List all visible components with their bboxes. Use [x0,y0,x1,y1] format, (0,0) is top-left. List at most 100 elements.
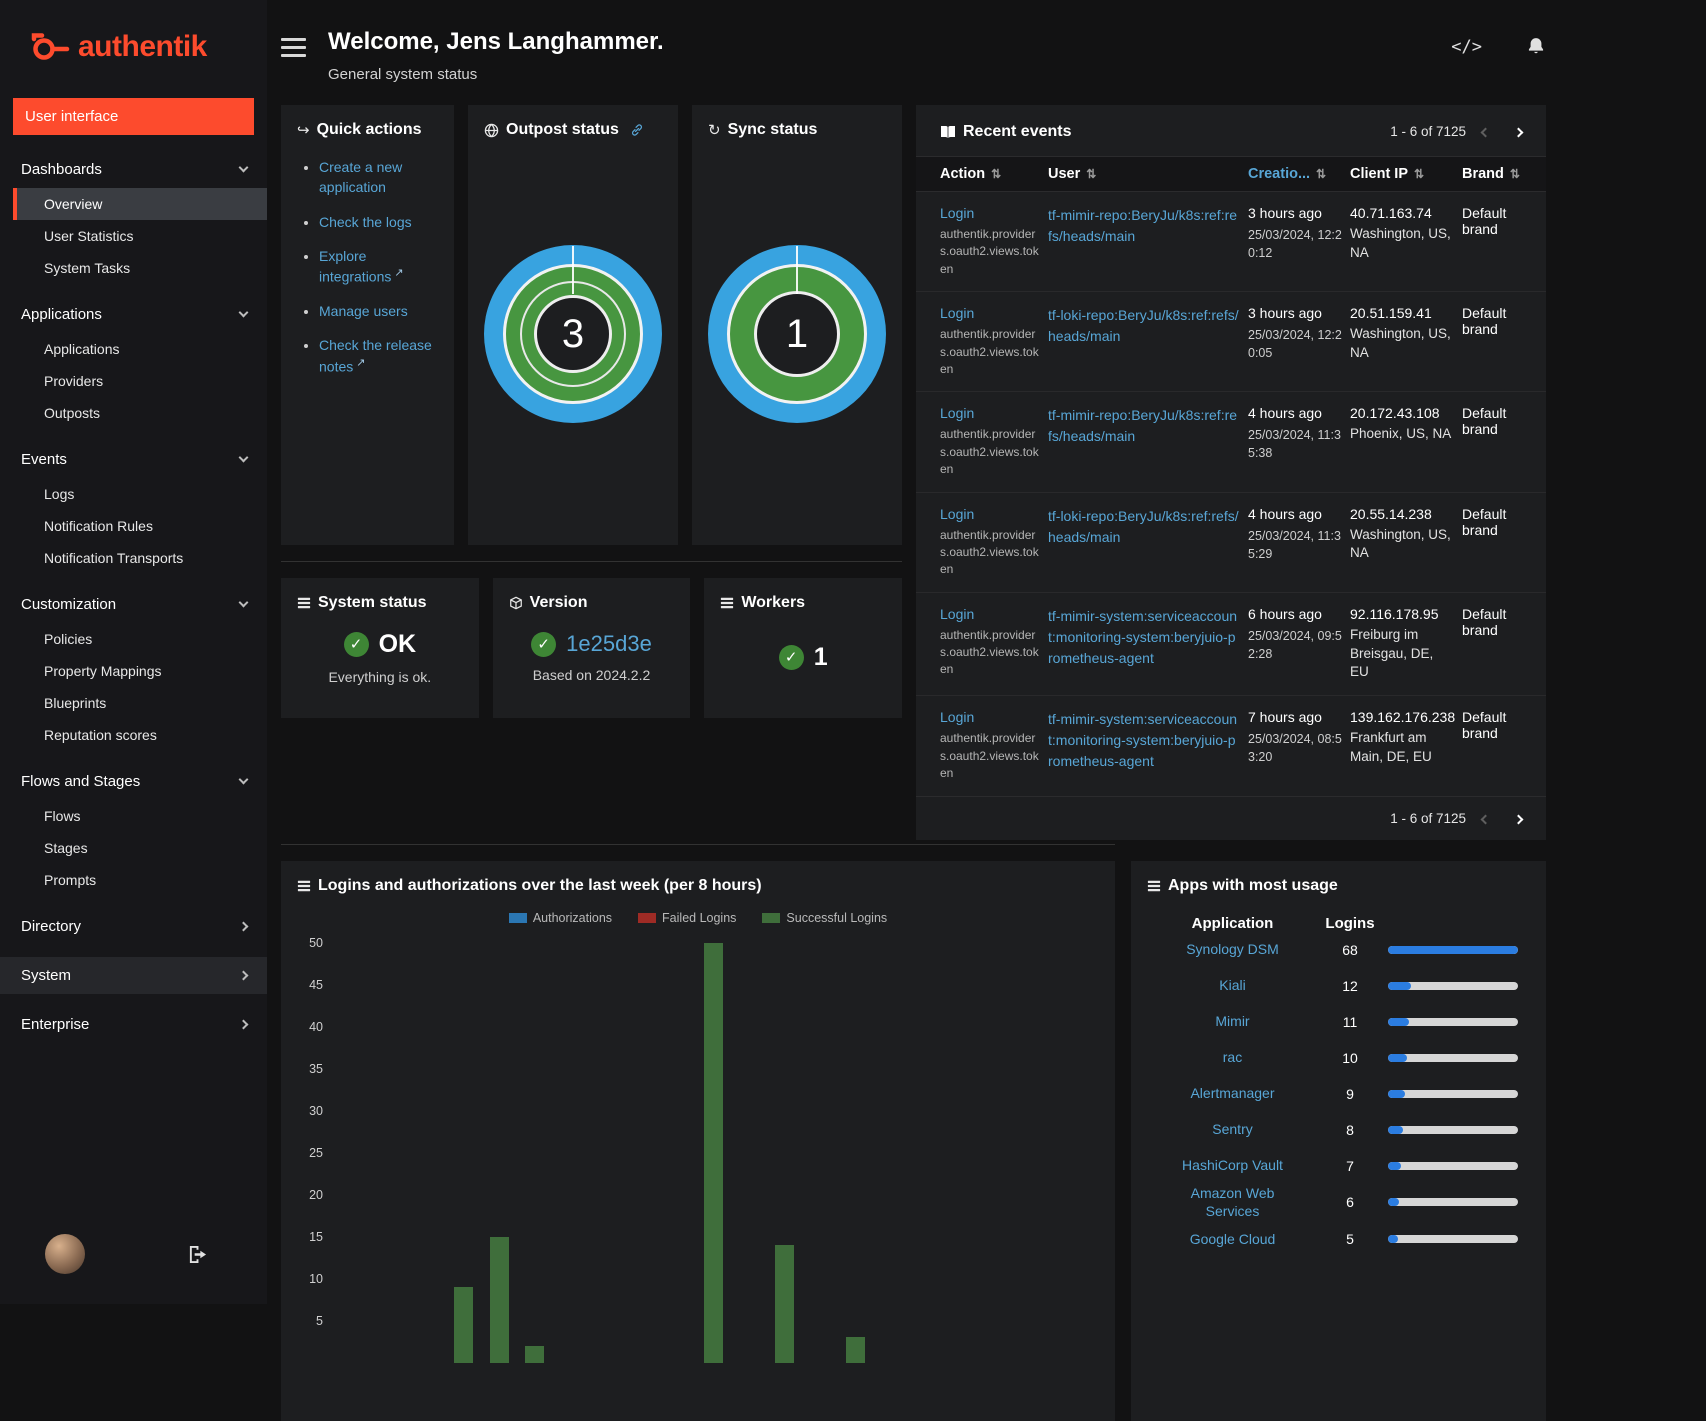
chart-bar-successful-logins[interactable] [454,1286,474,1363]
chart-bar-successful-logins[interactable] [489,1236,509,1363]
pagination-label-bottom: 1 - 6 of 7125 [1390,810,1466,826]
events-column-creatio[interactable]: Creatio... ⇅ [1248,166,1342,182]
legend-label: Failed Logins [662,910,737,925]
app-name-google-cloud[interactable]: Google Cloud [1167,1230,1299,1249]
apps-usage-card: Apps with most usage Application Logins … [1131,860,1546,1421]
events-column-brand[interactable]: Brand ⇅ [1462,166,1532,182]
sidebar-item-flows[interactable]: Flows [13,800,267,832]
outpost-status-donut[interactable]: 3 [484,245,662,423]
pagination-prev-button-top[interactable] [1472,120,1499,143]
sidebar-item-reputation-scores[interactable]: Reputation scores [13,719,267,751]
notifications-bell-icon[interactable] [1526,36,1546,57]
event-action-detail: authentik.providers.oauth2.views.token [940,731,1039,781]
version-value[interactable]: 1e25d3e [566,631,652,657]
app-name-alertmanager[interactable]: Alertmanager [1167,1084,1299,1103]
legend-item-successful-logins[interactable]: Successful Logins [762,911,887,925]
app-name-sentry[interactable]: Sentry [1167,1120,1299,1139]
app-usage-bar [1388,1017,1518,1026]
sidebar-item-providers[interactable]: Providers [13,365,267,397]
legend-item-failed-logins[interactable]: Failed Logins [638,911,736,925]
chart-bar-successful-logins[interactable] [703,942,723,1363]
event-user-link[interactable]: tf-loki-repo:BeryJu/k8s:ref:refs/heads/m… [1048,307,1239,344]
sidebar-item-notification-rules[interactable]: Notification Rules [13,510,267,542]
pagination-next-button-top[interactable] [1505,120,1532,143]
event-user-link[interactable]: tf-mimir-repo:BeryJu/k8s:ref:refs/heads/… [1048,407,1237,444]
event-action-link[interactable]: Login [940,506,974,522]
events-column-label: Creatio... [1248,166,1311,182]
pagination-next-button-bottom[interactable] [1505,807,1532,830]
sort-icon: ⇅ [991,167,1002,181]
y-axis-tick: 30 [309,1103,323,1118]
quick-action-link-manage-users[interactable]: Manage users [319,303,408,319]
app-name-kiali[interactable]: Kiali [1167,976,1299,995]
event-created-cell: 3 hours ago 25/03/2024, 12:20:05 [1248,305,1342,378]
event-action-link[interactable]: Login [940,305,974,321]
y-axis-tick: 35 [309,1061,323,1076]
app-name-synology-dsm[interactable]: Synology DSM [1167,940,1299,959]
sidebar-item-notification-transports[interactable]: Notification Transports [13,542,267,574]
sidebar-section-header-events[interactable]: Events [0,441,267,478]
quick-action-link-create-a-new-application[interactable]: Create a new application [319,159,402,195]
hamburger-menu-button[interactable] [281,38,306,57]
chart-bar-successful-logins[interactable] [525,1345,545,1363]
sidebar-item-blueprints[interactable]: Blueprints [13,687,267,719]
sidebar-section-header-flows-and-stages[interactable]: Flows and Stages [0,763,267,800]
sidebar-section-header-enterprise[interactable]: Enterprise [0,1006,267,1043]
api-code-icon[interactable]: </> [1451,37,1482,57]
quick-action-item: Check the logs [319,212,438,232]
sign-out-icon[interactable] [188,1245,207,1264]
event-action-link[interactable]: Login [940,709,974,725]
app-name-hashicorp-vault[interactable]: HashiCorp Vault [1167,1156,1299,1175]
sidebar-item-overview[interactable]: Overview [13,188,267,220]
event-action-detail: authentik.providers.oauth2.views.token [940,427,1039,477]
events-column-action[interactable]: Action ⇅ [940,166,1040,182]
event-user-link[interactable]: tf-mimir-system:serviceaccount:monitorin… [1048,608,1237,666]
quick-action-link-explore-integrations[interactable]: Explore integrations [319,248,391,285]
authentik-logo[interactable]: authentik [0,0,267,90]
pagination-prev-button-bottom[interactable] [1472,807,1499,830]
legend-item-authorizations[interactable]: Authorizations [508,911,612,925]
event-user-link[interactable]: tf-mimir-repo:BeryJu/k8s:ref:refs/heads/… [1048,207,1237,244]
chevron-down-icon [238,597,249,608]
sidebar-item-stages[interactable]: Stages [13,832,267,864]
quick-action-link-check-the-release-notes[interactable]: Check the release notes [319,337,432,374]
app-name-amazon-web-services[interactable]: Amazon Web Services [1167,1184,1299,1222]
event-brand-cell: Default brand [1462,205,1507,237]
sidebar-item-user-statistics[interactable]: User Statistics [13,220,267,252]
event-user-link[interactable]: tf-loki-repo:BeryJu/k8s:ref:refs/heads/m… [1048,508,1239,545]
app-usage-bar [1388,981,1518,990]
events-column-user[interactable]: User ⇅ [1048,166,1240,182]
quick-actions-title: Quick actions [316,121,422,138]
main-content: Welcome, Jens Langhammer. General system… [267,0,1706,1421]
sidebar-section-header-customization[interactable]: Customization [0,586,267,623]
sidebar-section-header-system[interactable]: System [0,957,267,994]
events-column-client-ip[interactable]: Client IP ⇅ [1350,166,1454,182]
sidebar-item-outposts[interactable]: Outposts [13,397,267,429]
sidebar-item-logs[interactable]: Logs [13,478,267,510]
sync-status-donut[interactable]: 1 [708,245,886,423]
event-user-link[interactable]: tf-mimir-system:serviceaccount:monitorin… [1048,711,1237,769]
event-action-link[interactable]: Login [940,606,974,622]
event-action-link[interactable]: Login [940,205,974,221]
sidebar-section-header-applications[interactable]: Applications [0,296,267,333]
event-action-cell: Login authentik.providers.oauth2.views.to… [940,709,1040,782]
sidebar-item-property-mappings[interactable]: Property Mappings [13,655,267,687]
app-name-rac[interactable]: rac [1167,1048,1299,1067]
sidebar-section-header-directory[interactable]: Directory [0,908,267,945]
chart-bar-successful-logins[interactable] [845,1337,865,1363]
sidebar-item-policies[interactable]: Policies [13,623,267,655]
outpost-status-card: Outpost status 3 [468,105,678,545]
quick-action-link-check-the-logs[interactable]: Check the logs [319,214,412,230]
app-logins-count: 5 [1346,1231,1354,1248]
user-avatar[interactable] [45,1234,85,1274]
sidebar-item-system-tasks[interactable]: System Tasks [13,252,267,284]
sidebar-section-header-dashboards[interactable]: Dashboards [0,151,267,188]
event-action-link[interactable]: Login [940,405,974,421]
sidebar-item-prompts[interactable]: Prompts [13,864,267,896]
logins-chart-title: Logins and authorizations over the last … [318,876,762,894]
user-interface-button[interactable]: User interface [13,98,254,135]
app-name-mimir[interactable]: Mimir [1167,1012,1299,1031]
outpost-link-icon[interactable] [630,123,644,137]
sidebar-item-applications[interactable]: Applications [13,333,267,365]
recent-events-card: Recent events 1 - 6 of 7125 Action ⇅ User ⇅… [916,105,1546,840]
